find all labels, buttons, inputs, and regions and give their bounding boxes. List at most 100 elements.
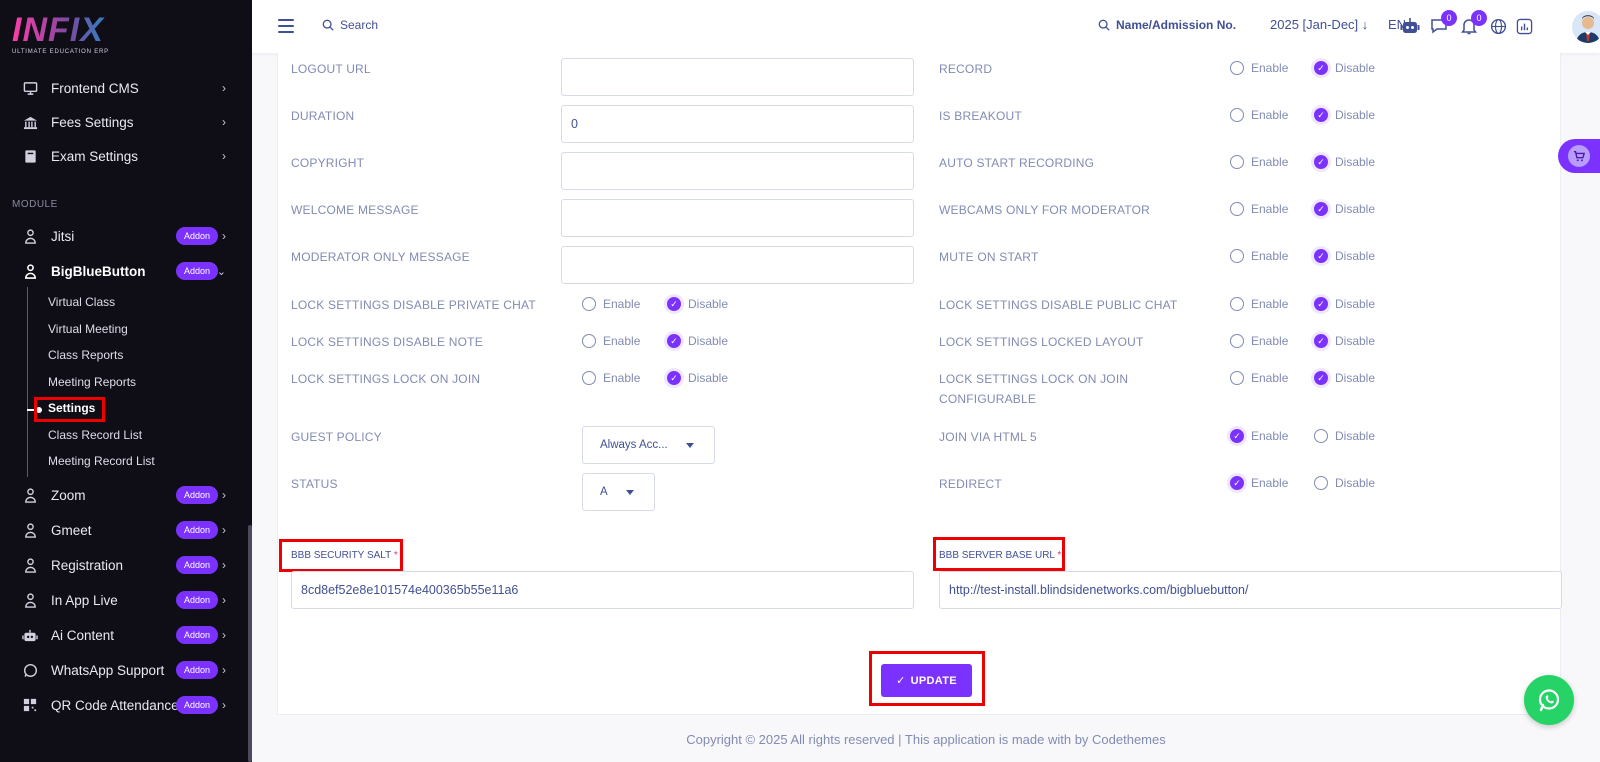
chevron-right-icon: › bbox=[222, 523, 226, 537]
sidebar-item-registration[interactable]: Registration Addon › bbox=[0, 550, 248, 580]
cart-tab[interactable] bbox=[1558, 139, 1600, 173]
submenu-item-meeting-record-list[interactable]: Meeting Record List bbox=[48, 451, 155, 471]
radio-label: Enable bbox=[1251, 202, 1289, 216]
chevron-right-icon: › bbox=[222, 229, 226, 243]
qr-code-icon bbox=[22, 697, 38, 713]
lock-on-join-disable-radio[interactable]: ✓ Disable bbox=[667, 371, 728, 385]
disable-private-chat-disable-radio[interactable]: ✓ Disable bbox=[667, 297, 728, 311]
bell-icon[interactable]: 0 bbox=[1459, 10, 1487, 36]
disable-note-disable-radio[interactable]: ✓ Disable bbox=[667, 334, 728, 348]
sidebar-item-label: Zoom bbox=[51, 487, 86, 503]
sidebar-item-fees-settings[interactable]: Fees Settings › bbox=[0, 107, 248, 137]
status-value: A bbox=[600, 486, 608, 498]
chevron-right-icon: › bbox=[222, 115, 226, 129]
submenu-item-virtual-meeting[interactable]: Virtual Meeting bbox=[48, 319, 128, 339]
submenu-item-meeting-reports[interactable]: Meeting Reports bbox=[48, 372, 136, 392]
chevron-right-icon: › bbox=[222, 663, 226, 677]
whatsapp-chat-button[interactable] bbox=[1524, 675, 1574, 725]
sidebar-item-gmeet[interactable]: Gmeet Addon › bbox=[0, 515, 248, 545]
record-enable-radio[interactable]: Enable bbox=[1230, 61, 1288, 75]
person-icon bbox=[22, 557, 38, 573]
auto-start-recording-disable-radio[interactable]: ✓ Disable bbox=[1314, 155, 1375, 169]
chat-icon[interactable]: 0 bbox=[1429, 10, 1457, 36]
guest-policy-select[interactable]: Always Acc... bbox=[582, 426, 715, 464]
submenu-line bbox=[27, 287, 28, 477]
lock-on-join-configurable-enable-radio[interactable]: Enable bbox=[1230, 371, 1288, 385]
welcome-message-input[interactable] bbox=[561, 199, 914, 237]
join-via-html5-enable-radio[interactable]: ✓ Enable bbox=[1230, 429, 1288, 443]
submenu-item-class-reports[interactable]: Class Reports bbox=[48, 345, 123, 365]
field-label-logout-url: LOGOUT URL bbox=[291, 62, 371, 76]
mute-on-start-disable-radio[interactable]: ✓ Disable bbox=[1314, 249, 1375, 263]
chevron-right-icon: › bbox=[222, 698, 226, 712]
radio-label: Disable bbox=[1335, 202, 1376, 216]
radio-label: Disable bbox=[688, 371, 729, 385]
record-disable-radio[interactable]: ✓ Disable bbox=[1314, 61, 1375, 75]
sidebar-item-whatsapp-support[interactable]: WhatsApp Support Addon › bbox=[0, 655, 248, 685]
is-breakout-disable-radio[interactable]: ✓ Disable bbox=[1314, 108, 1375, 122]
sidebar-item-jitsi[interactable]: Jitsi Addon › bbox=[0, 221, 248, 251]
chevron-right-icon: › bbox=[222, 488, 226, 502]
menu-icon[interactable] bbox=[278, 19, 294, 33]
mute-on-start-enable-radio[interactable]: Enable bbox=[1230, 249, 1288, 263]
sidebar: INFIX ULTIMATE EDUCATION ERP Frontend CM… bbox=[0, 0, 252, 762]
redirect-enable-radio[interactable]: ✓ Enable bbox=[1230, 476, 1288, 490]
search-input[interactable]: Search bbox=[322, 18, 378, 32]
copyright-input[interactable] bbox=[561, 152, 914, 190]
globe-icon[interactable] bbox=[1488, 16, 1508, 36]
update-button[interactable]: ✓ UPDATE bbox=[881, 664, 972, 697]
sidebar-item-zoom[interactable]: Zoom Addon › bbox=[0, 480, 248, 510]
radio-label: Enable bbox=[1251, 61, 1289, 75]
submenu-item-virtual-class[interactable]: Virtual Class bbox=[48, 292, 115, 312]
radio-label: Enable bbox=[1251, 371, 1289, 385]
webcams-only-enable-radio[interactable]: Enable bbox=[1230, 202, 1288, 216]
locked-layout-enable-radio[interactable]: Enable bbox=[1230, 334, 1288, 348]
dashboard-icon[interactable] bbox=[1514, 16, 1534, 36]
radio-label: Disable bbox=[1335, 476, 1376, 490]
student-search-input[interactable]: Name/Admission No. bbox=[1098, 18, 1236, 32]
join-via-html5-disable-radio[interactable]: Disable bbox=[1314, 429, 1375, 443]
duration-input[interactable]: 0 bbox=[561, 105, 914, 143]
sidebar-item-ai-content[interactable]: Ai Content Addon › bbox=[0, 620, 248, 650]
radio-label: Enable bbox=[1251, 429, 1289, 443]
webcams-only-disable-radio[interactable]: ✓ Disable bbox=[1314, 202, 1375, 216]
logout-url-input[interactable] bbox=[561, 58, 914, 96]
disable-note-enable-radio[interactable]: Enable bbox=[582, 334, 640, 348]
radio-label: Disable bbox=[1335, 249, 1376, 263]
is-breakout-enable-radio[interactable]: Enable bbox=[1230, 108, 1288, 122]
disable-private-chat-enable-radio[interactable]: Enable bbox=[582, 297, 640, 311]
sidebar-item-exam-settings[interactable]: Exam Settings › bbox=[0, 141, 248, 171]
server-base-url-input[interactable]: http://test-install.blindsidenetworks.co… bbox=[939, 571, 1562, 609]
sidebar-item-in-app-live[interactable]: In App Live Addon › bbox=[0, 585, 248, 615]
disable-public-chat-enable-radio[interactable]: Enable bbox=[1230, 297, 1288, 311]
auto-start-recording-enable-radio[interactable]: Enable bbox=[1230, 155, 1288, 169]
radio-label: Disable bbox=[1335, 334, 1376, 348]
radio-label: Enable bbox=[1251, 334, 1289, 348]
field-label-moderator-only-message: MODERATOR ONLY MESSAGE bbox=[291, 250, 470, 264]
whatsapp-icon bbox=[1538, 689, 1560, 712]
disable-public-chat-disable-radio[interactable]: ✓ Disable bbox=[1314, 297, 1375, 311]
radio-label: Enable bbox=[1251, 476, 1289, 490]
security-salt-input[interactable]: 8cd8ef52e8e101574e400365b55e11a6 bbox=[291, 571, 914, 609]
sidebar-item-qr-code-attendance[interactable]: QR Code Attendance Addon › bbox=[0, 690, 248, 720]
sidebar-item-frontend-cms[interactable]: Frontend CMS › bbox=[0, 73, 248, 103]
locked-layout-disable-radio[interactable]: ✓ Disable bbox=[1314, 334, 1375, 348]
submenu-item-class-record-list[interactable]: Class Record List bbox=[48, 425, 142, 445]
guest-policy-value: Always Acc... bbox=[600, 439, 668, 451]
sidebar-scrollbar[interactable] bbox=[248, 525, 252, 762]
redirect-disable-radio[interactable]: Disable bbox=[1314, 476, 1375, 490]
avatar[interactable] bbox=[1572, 11, 1600, 43]
moderator-only-message-input[interactable] bbox=[561, 246, 914, 284]
status-select[interactable]: A bbox=[582, 473, 655, 511]
sidebar-item-bigbluebutton[interactable]: BigBlueButton Addon ⌄ bbox=[0, 256, 248, 286]
module-section-label: MODULE bbox=[12, 199, 58, 210]
logo[interactable]: INFIX ULTIMATE EDUCATION ERP bbox=[12, 12, 109, 55]
academic-year-select[interactable]: 2025 [Jan-Dec] ↓ bbox=[1270, 17, 1368, 32]
robot-icon[interactable] bbox=[1400, 16, 1420, 36]
lock-on-join-enable-radio[interactable]: Enable bbox=[582, 371, 640, 385]
sidebar-item-label: Fees Settings bbox=[51, 114, 134, 130]
search-icon bbox=[1098, 19, 1110, 31]
lock-on-join-configurable-disable-radio[interactable]: ✓ Disable bbox=[1314, 371, 1375, 385]
caret-down-icon bbox=[626, 490, 634, 495]
notification-badge: 0 bbox=[1471, 10, 1487, 26]
